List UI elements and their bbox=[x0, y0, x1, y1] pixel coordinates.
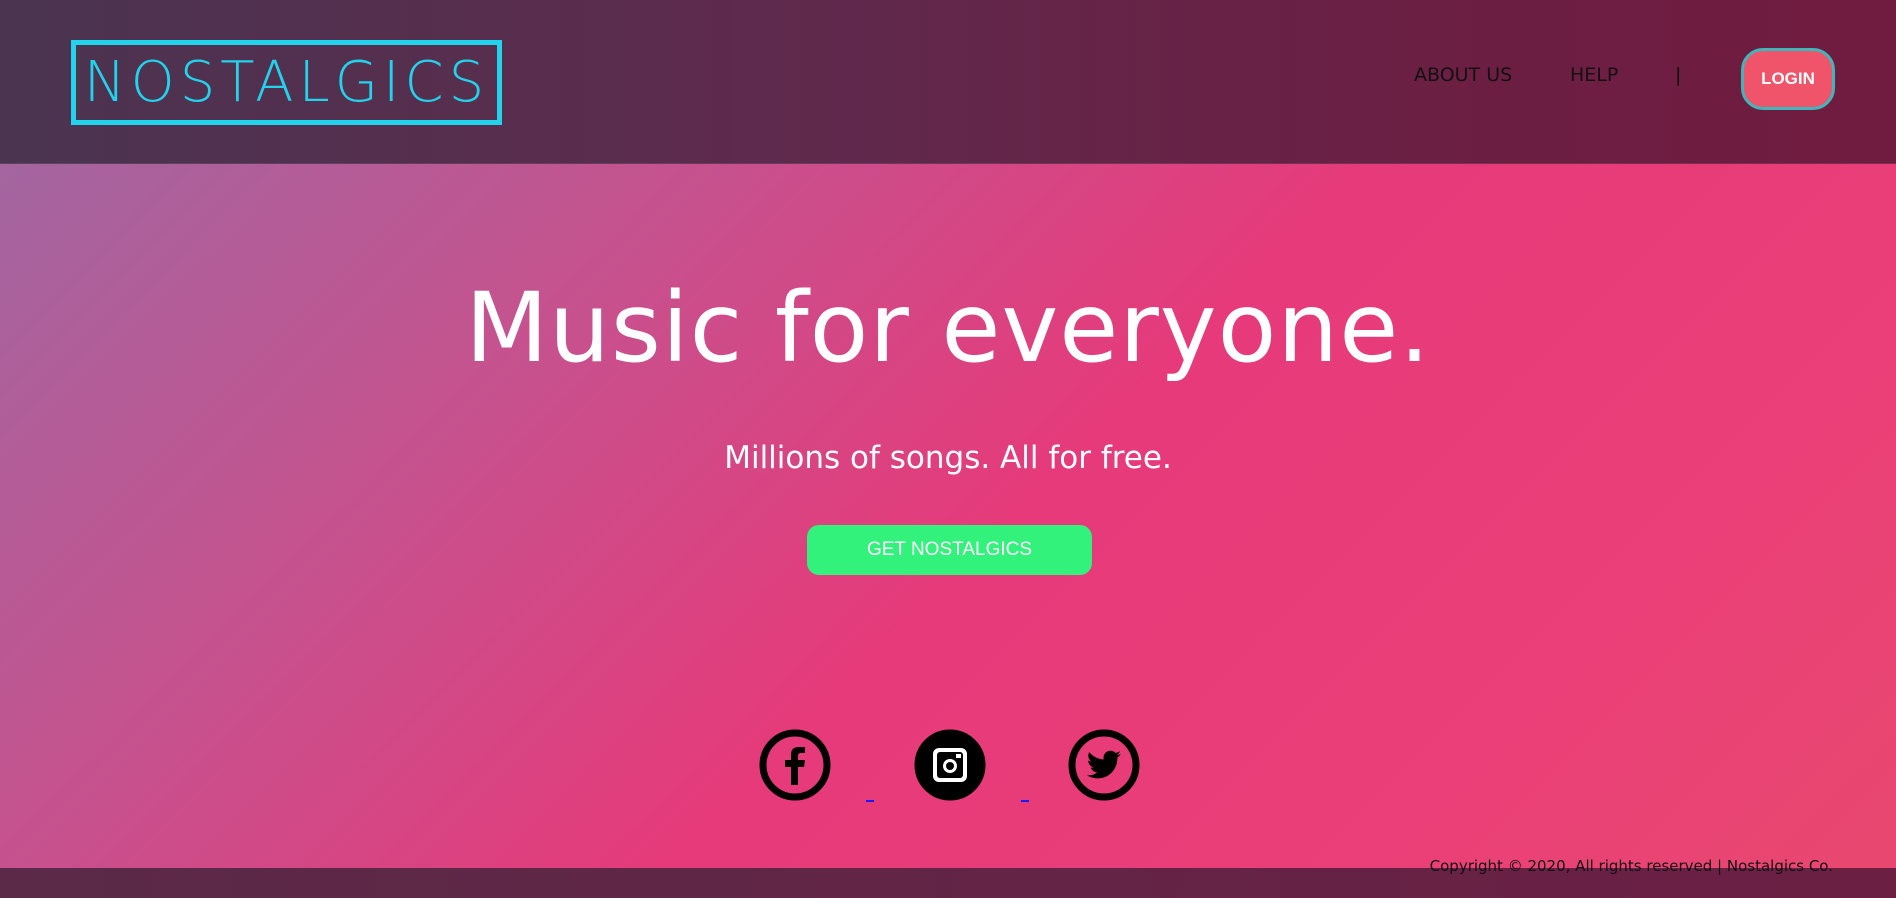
link-underline bbox=[1021, 800, 1029, 802]
nav-help[interactable]: HELP bbox=[1570, 64, 1618, 86]
hero-subtitle: Millions of songs. All for free. bbox=[724, 440, 1172, 476]
logo-text: NOSTALGICS bbox=[83, 49, 490, 115]
instagram-icon[interactable] bbox=[914, 729, 986, 801]
login-button[interactable]: LOGIN bbox=[1741, 48, 1835, 110]
facebook-icon[interactable] bbox=[759, 729, 831, 801]
nav-about-us[interactable]: ABOUT US bbox=[1414, 64, 1512, 86]
site-header: NOSTALGICS ABOUT US HELP | LOGIN bbox=[0, 0, 1896, 164]
nostalgics-logo[interactable]: NOSTALGICS bbox=[71, 40, 502, 125]
link-underline bbox=[866, 800, 874, 802]
copyright-text: Copyright © 2020, All rights reserved | … bbox=[1429, 857, 1833, 875]
twitter-icon[interactable] bbox=[1068, 729, 1140, 801]
get-nostalgics-button[interactable]: GET NOSTALGICS bbox=[807, 525, 1092, 575]
hero-title: Music for everyone. bbox=[465, 272, 1431, 384]
nav-separator: | bbox=[1675, 64, 1682, 86]
